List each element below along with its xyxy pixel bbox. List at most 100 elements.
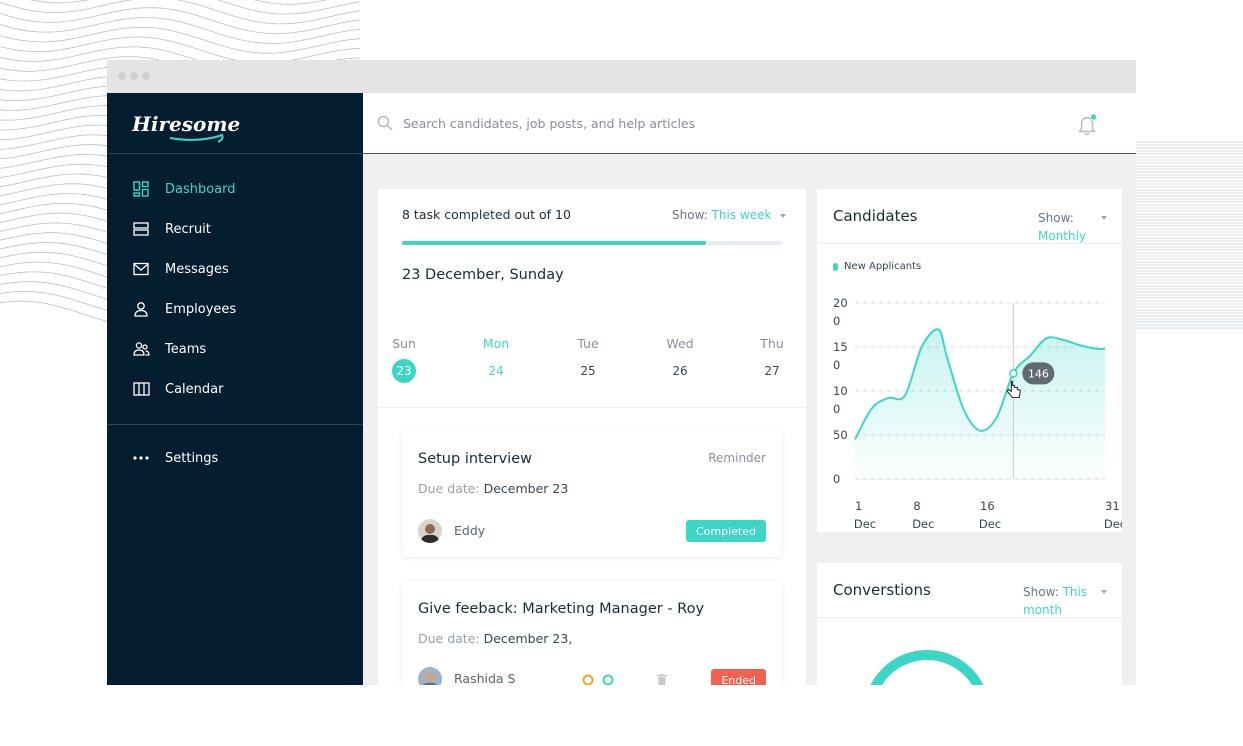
task-due-date: Due date: December 23, — [418, 631, 572, 646]
status-badge: Ended — [711, 669, 766, 685]
candidates-chart: 2001501005001Dec8Dec16Dec31Dec146 — [833, 296, 1122, 531]
notification-dot — [1089, 113, 1098, 121]
y-tick-label: 20 — [833, 296, 848, 310]
conversions-title: Converstions — [833, 581, 931, 599]
card-divider — [817, 243, 1122, 244]
x-tick-label: 8 — [913, 499, 920, 513]
sidebar-item-label: Calendar — [165, 381, 224, 397]
day-number[interactable]: 27 — [752, 364, 792, 378]
hover-point — [1009, 369, 1018, 378]
sidebar-item-calendar[interactable]: Calendar — [131, 377, 223, 401]
tasks-divider — [378, 407, 806, 408]
task-progress-bar — [402, 241, 782, 245]
show-value: This week — [711, 208, 772, 222]
x-tick-label: Dec — [979, 517, 1001, 531]
tooltip-value: 146 — [1028, 367, 1049, 380]
sidebar-item-label: Teams — [165, 341, 207, 357]
avatar — [418, 519, 442, 543]
chevron-down-icon — [1101, 590, 1107, 594]
weekday-label: Sun — [392, 336, 416, 351]
y-tick-label: 0 — [833, 314, 840, 328]
window-titlebar — [107, 60, 1136, 93]
day-number[interactable]: 25 — [568, 364, 608, 378]
x-tick-label: 16 — [980, 499, 995, 513]
logo-swoosh — [169, 133, 224, 143]
bell-icon[interactable] — [1078, 113, 1100, 137]
weekday-label: Tue — [577, 336, 599, 351]
legend-swatch — [833, 262, 838, 271]
task-progress-fill — [402, 241, 706, 245]
task-title: Give feeback: Marketing Manager - Roy — [418, 601, 705, 617]
sidebar-divider — [107, 153, 363, 154]
window-dot — [118, 72, 126, 80]
sidebar-item-recruit[interactable]: Recruit — [131, 217, 211, 241]
task-title: Setup interview — [418, 451, 532, 467]
show-label: Show: — [672, 208, 708, 222]
status-rings-icon — [582, 674, 614, 685]
conversions-period-select[interactable]: Show: This month — [1023, 583, 1108, 619]
due-value: December 23, — [483, 631, 573, 646]
background-line-pattern — [1136, 141, 1243, 329]
sidebar-item-teams[interactable]: Teams — [131, 337, 206, 361]
logo-text: Hiresome! — [131, 112, 240, 136]
y-tick-label: 15 — [833, 340, 848, 354]
show-value: Monthly — [1038, 229, 1087, 243]
show-value: month — [1023, 603, 1062, 617]
app-logo[interactable]: Hiresome! — [130, 105, 240, 145]
tasks-period-select[interactable]: Show: This week — [672, 208, 787, 222]
chevron-down-icon — [1101, 216, 1107, 220]
sidebar-item-dashboard[interactable]: Dashboard — [131, 177, 236, 201]
sidebar-item-messages[interactable]: Messages — [131, 257, 229, 281]
y-tick-label: 50 — [833, 428, 848, 442]
sidebar-item-settings[interactable]: Settings — [131, 446, 218, 470]
sidebar-item-label: Recruit — [165, 221, 211, 237]
task-summary-highlight: completed — [444, 207, 511, 222]
sidebar-item-employees[interactable]: Employees — [131, 297, 236, 321]
show-value: This — [1062, 585, 1088, 599]
background-wave-line — [0, 26, 361, 54]
task-card[interactable]: Give feeback: Marketing Manager - Roy Du… — [402, 581, 782, 685]
team-icon — [131, 339, 151, 359]
x-tick-label: 31 — [1105, 499, 1120, 513]
search-input[interactable] — [403, 111, 883, 135]
due-value: December 23 — [483, 481, 569, 496]
task-tag: Reminder — [708, 451, 766, 465]
conversions-donut-chart — [870, 650, 984, 685]
status-badge: Completed — [686, 520, 766, 542]
show-label: Show: — [1038, 211, 1074, 225]
y-tick-label: 0 — [833, 472, 840, 486]
weekday-label: Mon — [482, 336, 510, 351]
calendar-icon — [131, 379, 151, 399]
task-summary-count: 8 task — [402, 207, 441, 222]
window-dot — [130, 72, 138, 80]
avatar — [418, 667, 442, 685]
x-tick-label: Dec — [854, 517, 876, 531]
candidates-period-select[interactable]: Show: Monthly — [1038, 209, 1108, 245]
donut-arc — [870, 650, 984, 685]
sidebar-divider — [107, 424, 363, 425]
recruit-icon — [131, 219, 151, 239]
show-label: Show: — [1023, 585, 1059, 599]
y-tick-label: 10 — [833, 384, 848, 398]
mail-icon — [131, 259, 151, 279]
x-tick-label: Dec — [912, 517, 934, 531]
trash-icon[interactable] — [657, 674, 667, 685]
weekday-label: Wed — [666, 336, 694, 351]
task-due-date: Due date: December 23 — [418, 481, 568, 496]
day-number[interactable]: 24 — [476, 364, 516, 378]
task-card[interactable]: Setup interview Reminder Due date: Decemb… — [402, 431, 782, 557]
chart-legend: New Applicants — [833, 261, 921, 272]
sidebar-item-label: Dashboard — [165, 181, 236, 197]
day-number[interactable]: 26 — [660, 364, 700, 378]
x-tick-label: 1 — [855, 499, 862, 513]
due-label: Due date: — [418, 631, 480, 646]
candidates-title: Candidates — [833, 207, 918, 225]
task-summary-total: out of 10 — [514, 207, 571, 222]
app-window: Hiresome! Dashboard Recruit Messages Emp… — [107, 60, 1136, 685]
tasks-card: 8 task completed out of 10 Show: This we… — [378, 189, 806, 685]
y-tick-label: 0 — [833, 402, 840, 416]
search-icon — [377, 115, 393, 135]
more-dots-icon — [131, 448, 151, 468]
sidebar: Hiresome! Dashboard Recruit Messages Emp… — [107, 93, 363, 685]
day-number[interactable]: 23 — [384, 364, 424, 378]
